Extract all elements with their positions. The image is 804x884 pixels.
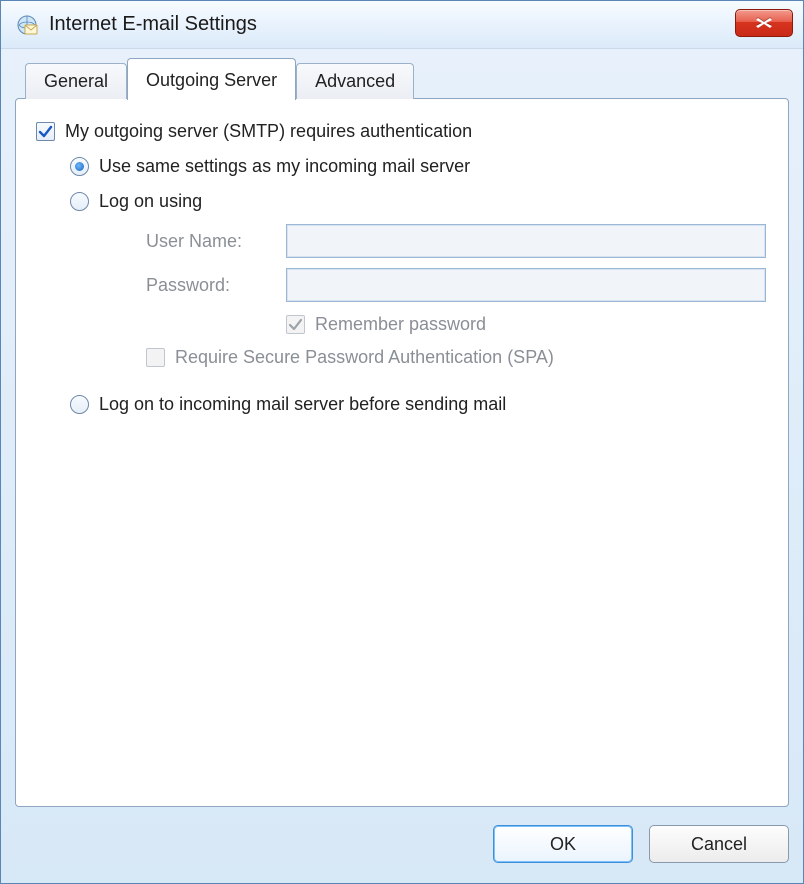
tab-general-label: General <box>44 71 108 92</box>
cancel-button-label: Cancel <box>691 834 747 855</box>
label-remember-password: Remember password <box>315 314 486 335</box>
tab-general[interactable]: General <box>25 63 127 99</box>
input-username[interactable] <box>286 224 766 258</box>
checkbox-require-spa <box>146 348 165 367</box>
tab-panel-outgoing: My outgoing server (SMTP) requires authe… <box>15 98 789 807</box>
ok-button-label: OK <box>550 834 576 855</box>
row-use-same: Use same settings as my incoming mail se… <box>70 156 768 177</box>
checkbox-requires-auth[interactable] <box>36 122 55 141</box>
logon-form: User Name: Password: Remember password <box>146 224 766 368</box>
row-log-on-incoming: Log on to incoming mail server before se… <box>70 394 768 415</box>
check-icon <box>288 317 303 332</box>
row-log-on-using: Log on using <box>70 191 768 212</box>
row-password: Password: <box>146 268 766 302</box>
check-icon <box>38 124 53 139</box>
ok-button[interactable]: OK <box>493 825 633 863</box>
dialog-buttons: OK Cancel <box>493 825 789 863</box>
tab-advanced-label: Advanced <box>315 71 395 92</box>
tabstrip: General Outgoing Server Advanced <box>15 57 789 99</box>
tab-outgoing-label: Outgoing Server <box>146 70 277 91</box>
close-icon <box>754 17 774 29</box>
row-remember: Remember password <box>146 314 766 335</box>
close-button[interactable] <box>735 9 793 37</box>
cancel-button[interactable]: Cancel <box>649 825 789 863</box>
label-requires-auth: My outgoing server (SMTP) requires authe… <box>65 121 472 142</box>
radio-use-same[interactable] <box>70 157 89 176</box>
titlebar: Internet E-mail Settings <box>1 1 803 49</box>
row-spa: Require Secure Password Authentication (… <box>146 347 766 368</box>
label-username: User Name: <box>146 231 286 252</box>
input-password[interactable] <box>286 268 766 302</box>
radio-log-on-using[interactable] <box>70 192 89 211</box>
label-log-on-using: Log on using <box>99 191 202 212</box>
client-area: General Outgoing Server Advanced My outg… <box>15 57 789 869</box>
window-title: Internet E-mail Settings <box>49 13 257 36</box>
tab-advanced[interactable]: Advanced <box>296 63 414 99</box>
label-password: Password: <box>146 275 286 296</box>
tab-outgoing-server[interactable]: Outgoing Server <box>127 58 296 100</box>
globe-mail-icon <box>15 13 39 37</box>
label-require-spa: Require Secure Password Authentication (… <box>175 347 554 368</box>
dialog-window: Internet E-mail Settings General Outgoin… <box>0 0 804 884</box>
row-username: User Name: <box>146 224 766 258</box>
checkbox-remember-password <box>286 315 305 334</box>
row-requires-auth: My outgoing server (SMTP) requires authe… <box>36 121 768 142</box>
label-log-on-incoming: Log on to incoming mail server before se… <box>99 394 506 415</box>
label-use-same: Use same settings as my incoming mail se… <box>99 156 470 177</box>
radio-log-on-incoming[interactable] <box>70 395 89 414</box>
